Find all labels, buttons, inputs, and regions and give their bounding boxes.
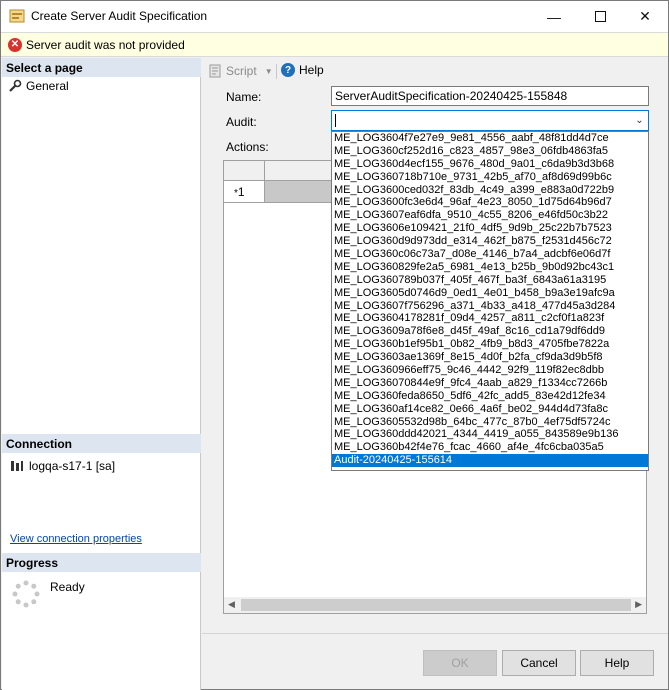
dialog-window: Create Server Audit Specification — ✕ ✕ …	[0, 0, 669, 690]
grid-row-header[interactable]: *1	[224, 181, 265, 203]
minimize-icon: —	[547, 8, 561, 25]
toolbar-separator	[276, 64, 277, 79]
connection-info: logqa-s17-1 [sa]	[10, 459, 115, 473]
audit-option[interactable]: ME_LOG360829fe2a5_6981_4e13_b25b_9b0d92b…	[332, 261, 648, 274]
maximize-icon	[594, 11, 606, 22]
audit-option[interactable]: ME_LOG3607eaf6dfa_9510_4c55_8206_e46fd50…	[332, 209, 648, 222]
audit-option[interactable]: ME_LOG360feda8650_5df6_42fc_add5_83e42d1…	[332, 390, 648, 403]
wrench-icon	[9, 79, 22, 92]
scrollbar-thumb[interactable]	[241, 599, 631, 611]
audit-option[interactable]: ME_LOG360ddd42021_4344_4419_a055_843589e…	[332, 428, 648, 441]
error-bar: ✕ Server audit was not provided	[1, 32, 668, 57]
help-label: Help	[299, 63, 324, 77]
chevron-down-icon: ▼	[264, 66, 273, 76]
audit-option[interactable]: ME_LOG360c06c73a7_d08e_4146_b7a4_adcbf6e…	[332, 248, 648, 261]
connection-label: logqa-s17-1 [sa]	[29, 459, 116, 473]
title-bar: Create Server Audit Specification — ✕	[1, 1, 668, 32]
horizontal-scrollbar[interactable]: ◀ ▶	[224, 597, 646, 613]
vertical-scrollbar[interactable]	[661, 58, 668, 633]
bottom-separator	[202, 633, 668, 634]
script-button[interactable]: Script ▼	[208, 64, 273, 78]
text-caret	[335, 114, 336, 127]
audit-option[interactable]: ME_LOG360718b710e_9731_42b5_af70_af8d69d…	[332, 171, 648, 184]
select-page-header: Select a page	[2, 58, 201, 77]
audit-option[interactable]: ME_LOG360b42f4e76_fcac_4660_af4e_4fc6cba…	[332, 441, 648, 454]
script-label: Script	[226, 64, 257, 78]
audit-option[interactable]: ME_LOG3604f7e27e9_9e81_4556_aabf_48f81dd…	[332, 132, 648, 145]
name-input[interactable]: ServerAuditSpecification-20240425-155848	[331, 86, 649, 106]
audit-dropdown-list[interactable]: ME_LOG3604f7e27e9_9e81_4556_aabf_48f81dd…	[331, 131, 649, 471]
audit-option[interactable]: ME_LOG3604178281f_09d4_4257_a811_c2cf0f1…	[332, 312, 648, 325]
audit-option[interactable]: ME_LOG3600ced032f_83db_4c49_a399_e883a0d…	[332, 184, 648, 197]
audit-option[interactable]: ME_LOG3609a78f6e8_d45f_49af_8c16_cd1a79d…	[332, 325, 648, 338]
grid-cell[interactable]	[265, 181, 335, 203]
audit-option[interactable]: ME_LOG360af14ce82_0e66_4a6f_be02_944d4d7…	[332, 403, 648, 416]
chevron-down-icon: ⌄	[635, 115, 644, 126]
audit-option[interactable]: ME_LOG360d9d973dd_e314_462f_b875_f2531d4…	[332, 235, 648, 248]
maximize-button[interactable]	[577, 1, 623, 32]
server-audit-icon	[9, 9, 25, 23]
row-number: 1	[237, 185, 245, 199]
audit-option[interactable]: ME_LOG3600fc3e6d4_96af_4e23_8050_1d75d64…	[332, 196, 648, 209]
progress-status: Ready	[50, 580, 85, 594]
audit-option[interactable]: ME_LOG360b1ef95b1_0b82_4fb9_b8d3_4705fbe…	[332, 338, 648, 351]
audit-option[interactable]: ME_LOG3605d0746d9_0ed1_4e01_b458_b9a3e19…	[332, 287, 648, 300]
audit-option[interactable]: ME_LOG360789b037f_405f_467f_ba3f_6843a61…	[332, 274, 648, 287]
connection-icon	[11, 461, 23, 471]
audit-combobox[interactable]: ⌄	[331, 110, 649, 131]
close-icon: ✕	[639, 8, 651, 24]
audit-option[interactable]: ME_LOG36070844e9f_9fc4_4aab_a829_f1334cc…	[332, 377, 648, 390]
progress-spinner-icon	[12, 580, 40, 608]
help-button[interactable]: Help	[580, 650, 654, 676]
error-icon: ✕	[8, 38, 22, 52]
ok-button[interactable]: OK	[423, 650, 497, 676]
close-button[interactable]: ✕	[622, 1, 668, 32]
progress-header: Progress	[2, 553, 201, 572]
name-label: Name:	[226, 90, 262, 104]
audit-option[interactable]: ME_LOG3607f756296_a371_4b33_a418_477d45a…	[332, 300, 648, 313]
audit-dropdown-button[interactable]: ⌄	[631, 111, 648, 130]
audit-option[interactable]: ME_LOG3606e109421_21f0_4df5_9d9b_25c22b7…	[332, 222, 648, 235]
window-title: Create Server Audit Specification	[31, 9, 208, 23]
audit-label: Audit:	[226, 115, 257, 129]
audit-option[interactable]: ME_LOG3603ae1369f_8e15_4d0f_b2fa_cf9da3d…	[332, 351, 648, 364]
scroll-left-icon[interactable]: ◀	[228, 599, 235, 610]
audit-option[interactable]: ME_LOG3605532d98b_64bc_477c_87b0_4ef75df…	[332, 416, 648, 429]
scroll-right-icon[interactable]: ▶	[635, 599, 642, 610]
left-pane: Select a page General Connection logqa-s…	[2, 58, 201, 690]
connection-header: Connection	[2, 434, 201, 453]
page-item-label: General	[26, 79, 69, 93]
audit-option[interactable]: Audit-20240425-155614	[332, 454, 648, 468]
help-toolbar-button[interactable]: ? Help	[281, 63, 324, 77]
actions-label: Actions:	[226, 140, 269, 154]
view-connection-properties-link[interactable]: View connection properties	[10, 533, 142, 545]
cancel-button[interactable]: Cancel	[502, 650, 576, 676]
help-icon: ?	[281, 63, 295, 77]
audit-option[interactable]: ME_LOG360d4ecf155_9676_480d_9a01_c6da9b3…	[332, 158, 648, 171]
page-item-general[interactable]: General	[8, 79, 69, 93]
audit-option[interactable]: ME_LOG360cf252d16_c823_4857_98e3_06fdb48…	[332, 145, 648, 158]
toolbar: Script ▼ ? Help	[202, 58, 668, 84]
script-icon	[209, 64, 221, 78]
error-message: Server audit was not provided	[26, 38, 185, 52]
audit-option[interactable]: ME_LOG360966eff75_9c46_4442_92f9_119f82e…	[332, 364, 648, 377]
minimize-button[interactable]: —	[531, 1, 577, 32]
grid-corner-header	[224, 161, 265, 181]
